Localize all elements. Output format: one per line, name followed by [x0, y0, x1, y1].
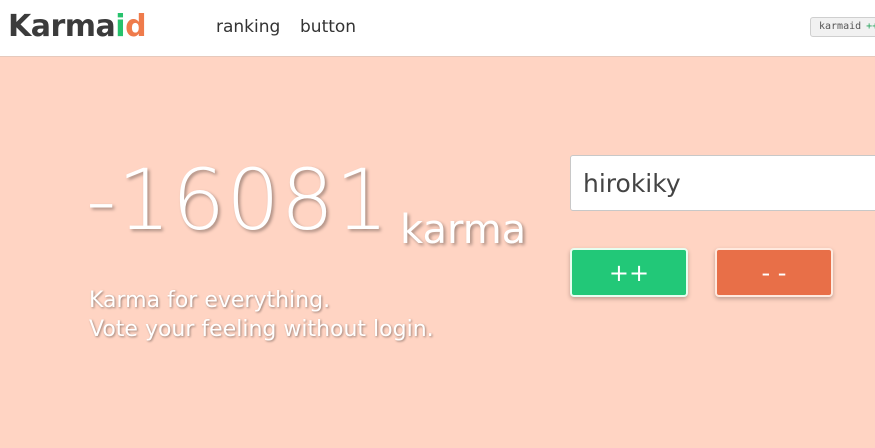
nav-link-ranking[interactable]: ranking: [216, 15, 280, 39]
top-navbar: Karmaid ranking button karmaid ++: [0, 0, 875, 57]
karma-unit-label: karma: [400, 207, 527, 253]
badge-plus: ++: [866, 21, 875, 32]
logo-text-karma: Karma: [8, 9, 116, 44]
upvote-button[interactable]: ++: [570, 248, 688, 297]
tagline-line-2: Vote your feeling without login.: [89, 317, 434, 342]
tagline-line-1: Karma for everything.: [89, 288, 331, 313]
downvote-button[interactable]: - -: [715, 248, 833, 297]
karma-target-input[interactable]: [570, 155, 875, 211]
nav-link-button[interactable]: button: [300, 15, 356, 39]
logo-text-i: i: [115, 9, 126, 44]
karmaid-logo[interactable]: Karmaid: [8, 8, 147, 46]
logo-text-d: d: [125, 9, 147, 44]
karma-score: -16081: [86, 151, 390, 249]
badge-label: karmaid: [819, 21, 862, 32]
karmaid-badge[interactable]: karmaid ++: [810, 17, 875, 37]
